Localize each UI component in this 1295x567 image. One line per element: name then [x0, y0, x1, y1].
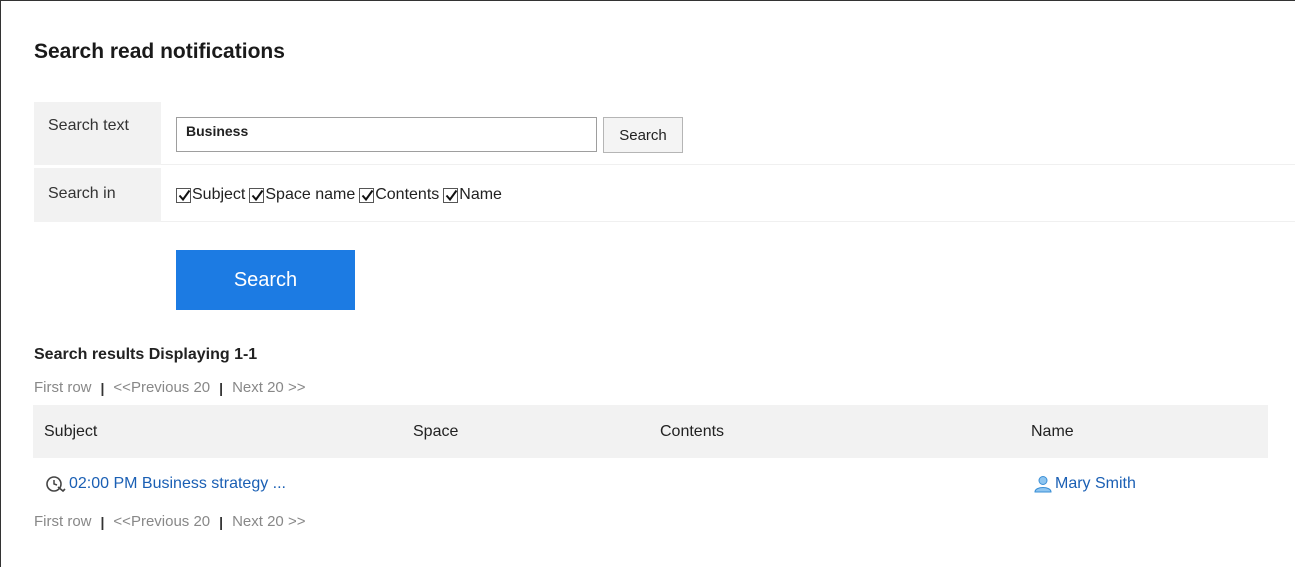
column-contents[interactable]: Contents — [660, 423, 724, 441]
option-name[interactable]: Name — [443, 186, 502, 204]
search-text-label-cell: Search text — [34, 102, 161, 165]
result-subject-link[interactable]: 02:00 PM Business strategy ... — [45, 475, 286, 493]
schedule-icon — [46, 476, 66, 493]
first-row-link[interactable]: First row — [34, 379, 92, 396]
user-icon — [1034, 476, 1052, 493]
search-button[interactable]: Search — [176, 250, 355, 310]
pager-separator: | — [219, 513, 224, 530]
search-in-options: Subject Space name Contents Name — [176, 186, 506, 204]
subject-option-label: Subject — [192, 186, 246, 203]
column-subject[interactable]: Subject — [44, 423, 97, 441]
pager-separator: | — [219, 379, 224, 396]
page-title: Search read notifications — [34, 40, 285, 63]
results-table-header: Subject Space Contents Name — [33, 405, 1268, 458]
next-20-link[interactable]: Next 20 >> — [232, 379, 305, 396]
results-heading: Search results Displaying 1-1 — [34, 346, 258, 363]
search-text-label: Search text — [48, 117, 129, 134]
result-name-text: Mary Smith — [1055, 475, 1136, 492]
previous-20-link[interactable]: <<Previous 20 — [113, 513, 210, 530]
next-20-link[interactable]: Next 20 >> — [232, 513, 305, 530]
pager-separator: | — [100, 379, 105, 396]
table-row: 02:00 PM Business strategy ... Mary Smit… — [33, 458, 1268, 504]
row-divider — [161, 164, 1295, 165]
space-name-option-label: Space name — [265, 186, 356, 203]
column-space[interactable]: Space — [413, 423, 458, 441]
result-subject-text: 02:00 PM Business strategy ... — [69, 475, 286, 492]
option-subject[interactable]: Subject — [176, 186, 245, 204]
row-divider — [161, 221, 1295, 222]
option-space-name[interactable]: Space name — [249, 186, 355, 204]
space-name-checkbox[interactable] — [249, 187, 265, 203]
name-option-label: Name — [459, 186, 502, 203]
result-name-link[interactable]: Mary Smith — [1033, 475, 1136, 493]
pager-separator: | — [100, 513, 105, 530]
pager-top: First row | <<Previous 20 | Next 20 >> — [34, 379, 305, 396]
search-text-input[interactable]: Business — [176, 117, 597, 152]
contents-checkbox[interactable] — [359, 187, 375, 203]
first-row-link[interactable]: First row — [34, 513, 92, 530]
previous-20-link[interactable]: <<Previous 20 — [113, 379, 210, 396]
contents-option-label: Contents — [375, 186, 440, 203]
pager-bottom: First row | <<Previous 20 | Next 20 >> — [34, 513, 305, 530]
name-checkbox[interactable] — [443, 187, 459, 203]
option-contents[interactable]: Contents — [359, 186, 439, 204]
inline-search-button[interactable]: Search — [603, 117, 683, 153]
subject-checkbox[interactable] — [176, 187, 191, 203]
search-in-label: Search in — [48, 185, 116, 202]
column-name[interactable]: Name — [1031, 423, 1074, 441]
search-in-label-cell: Search in — [34, 168, 161, 222]
